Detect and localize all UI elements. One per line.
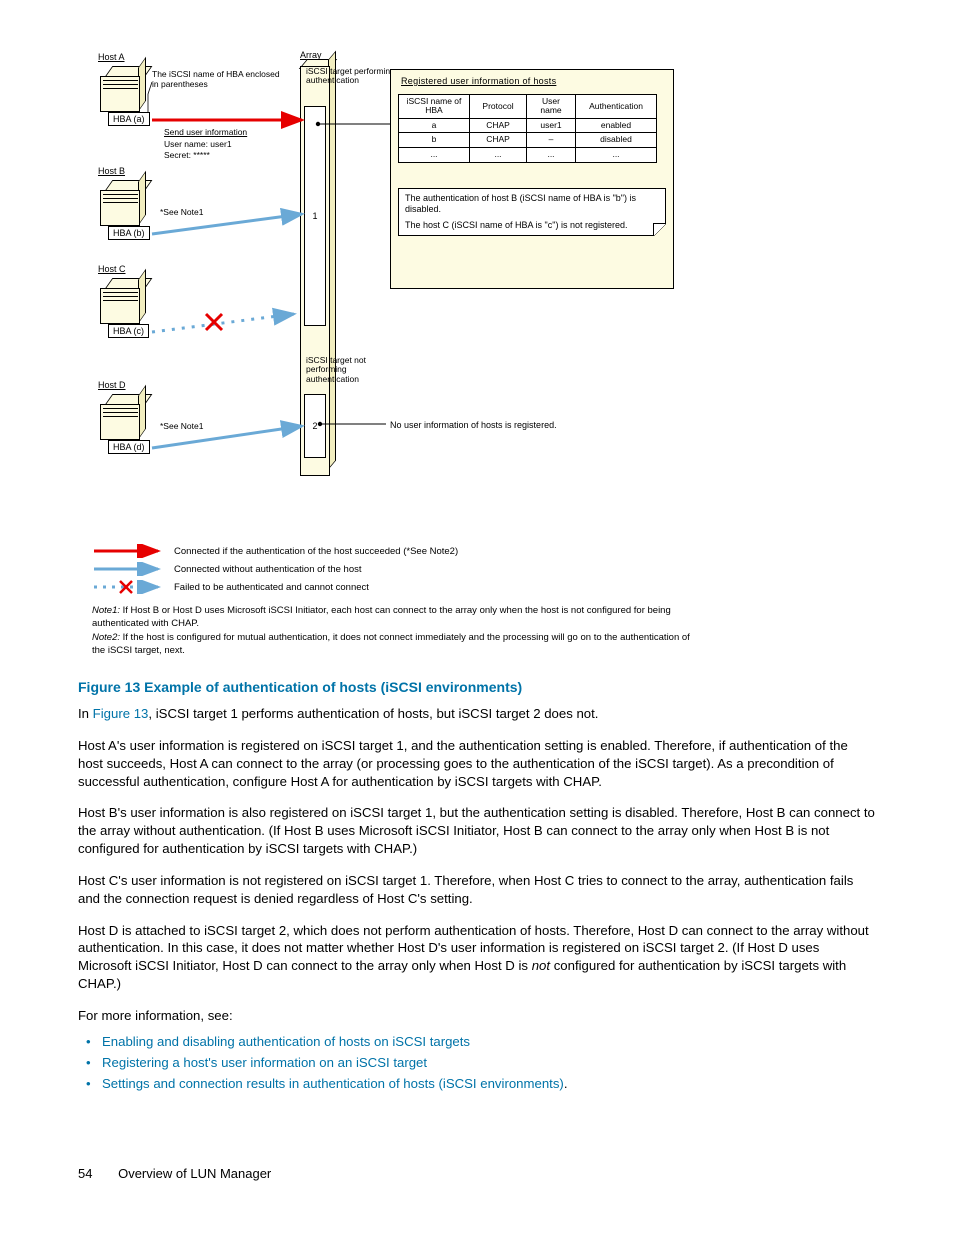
legend: Connected if the authentication of the h… bbox=[92, 544, 876, 594]
para-host-a: Host A's user information is registered … bbox=[78, 737, 876, 790]
page-footer: 54 Overview of LUN Manager bbox=[78, 1166, 876, 1181]
link-settings[interactable]: Settings and connection results in authe… bbox=[78, 1073, 876, 1094]
figure-13-link[interactable]: Figure 13 bbox=[93, 706, 149, 721]
intro-paragraph: In Figure 13, iSCSI target 1 performs au… bbox=[78, 705, 876, 723]
more-info-label: For more information, see: bbox=[78, 1007, 876, 1025]
hba-a: HBA (a) bbox=[108, 112, 150, 126]
para-host-d: Host D is attached to iSCSI target 2, wh… bbox=[78, 922, 876, 993]
host-d-note: *See Note1 bbox=[160, 422, 203, 432]
target-1-note: iSCSI target performing authentication bbox=[306, 67, 396, 86]
diagram: Array iSCSI target performing authentica… bbox=[90, 50, 850, 530]
target-1: 1 bbox=[304, 106, 326, 326]
page-number: 54 bbox=[78, 1166, 92, 1181]
link-enabling[interactable]: Enabling and disabling authentication of… bbox=[78, 1031, 876, 1052]
more-info-links: Enabling and disabling authentication of… bbox=[78, 1031, 876, 1094]
corner-fold-icon bbox=[653, 223, 666, 236]
target-2-note: iSCSI target not performing authenticati… bbox=[306, 356, 396, 384]
th-proto: Protocol bbox=[470, 95, 527, 119]
info-table: iSCSI name of HBA Protocol User name Aut… bbox=[398, 94, 657, 163]
para-host-b: Host B's user information is also regist… bbox=[78, 804, 876, 857]
info-note-box: The authentication of host B (iSCSI name… bbox=[398, 188, 666, 236]
hba-d: HBA (d) bbox=[108, 440, 150, 454]
registered-info-panel: Registered user information of hosts iSC… bbox=[390, 69, 674, 289]
hba-caption: The iSCSI name of HBA enclosed in parent… bbox=[152, 70, 282, 90]
th-user: User name bbox=[527, 95, 576, 119]
note1-text: If Host B or Host D uses Microsoft iSCSI… bbox=[92, 605, 671, 629]
note2-text: If the host is configured for mutual aut… bbox=[92, 632, 690, 656]
host-a-label: Host A bbox=[98, 52, 125, 62]
link-registering[interactable]: Registering a host's user information on… bbox=[78, 1052, 876, 1073]
th-auth: Authentication bbox=[576, 95, 657, 119]
host-a: Host A bbox=[100, 66, 146, 114]
host-b-note: *See Note1 bbox=[160, 208, 203, 218]
target-2: 2 bbox=[304, 394, 326, 458]
info-note-c: The host C (iSCSI name of HBA is "c") is… bbox=[405, 220, 659, 231]
note1-label: Note1: bbox=[92, 605, 120, 616]
table-row: a CHAP user1 enabled bbox=[399, 118, 657, 133]
send-user-info: Send user information bbox=[164, 128, 247, 138]
host-b-label: Host B bbox=[98, 166, 125, 176]
info-panel-title: Registered user information of hosts bbox=[401, 76, 556, 86]
legend-3-text: Failed to be authenticated and cannot co… bbox=[174, 582, 369, 593]
hba-c: HBA (c) bbox=[108, 324, 149, 338]
host-d-label: Host D bbox=[98, 380, 126, 390]
para-host-c: Host C's user information is not registe… bbox=[78, 872, 876, 908]
host-c: Host C bbox=[100, 278, 146, 326]
legend-2-text: Connected without authentication of the … bbox=[174, 564, 362, 575]
host-d: Host D bbox=[100, 394, 146, 442]
note2-label: Note2: bbox=[92, 632, 120, 643]
secret-line: Secret: ***** bbox=[164, 151, 210, 161]
figure-caption: Figure 13 Example of authentication of h… bbox=[78, 679, 876, 695]
legend-red-arrow-icon bbox=[92, 544, 164, 558]
info-note-b: The authentication of host B (iSCSI name… bbox=[405, 193, 659, 216]
footer-title: Overview of LUN Manager bbox=[118, 1166, 271, 1181]
no-user-info-note: No user information of hosts is register… bbox=[390, 420, 557, 430]
hba-b: HBA (b) bbox=[108, 226, 150, 240]
diagram-notes: Note1: If Host B or Host D uses Microsof… bbox=[92, 604, 702, 657]
user-name-line: User name: user1 bbox=[164, 140, 232, 150]
host-b: Host B bbox=[100, 180, 146, 228]
table-row: b CHAP – disabled bbox=[399, 133, 657, 148]
host-c-label: Host C bbox=[98, 264, 126, 274]
table-row: ... ... ... ... bbox=[399, 148, 657, 163]
legend-1-text: Connected if the authentication of the h… bbox=[174, 546, 458, 557]
th-iscsi: iSCSI name of HBA bbox=[399, 95, 470, 119]
legend-blue-arrow-icon bbox=[92, 562, 164, 576]
legend-fail-icon bbox=[92, 580, 164, 594]
